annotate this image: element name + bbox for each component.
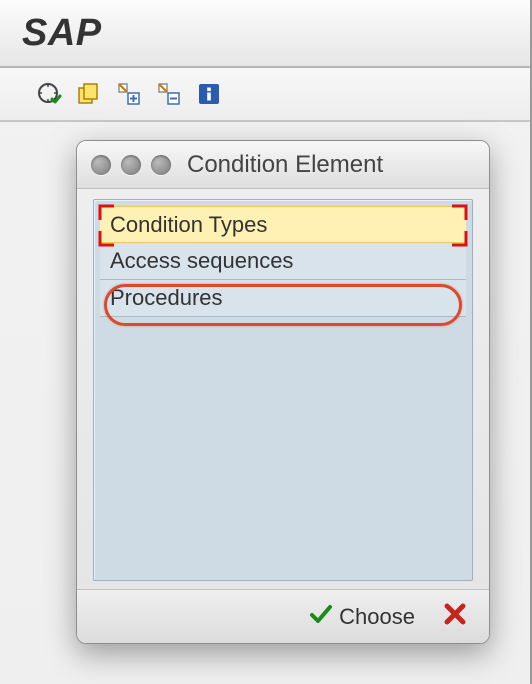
main-window: SAP	[0, 0, 532, 684]
cancel-button[interactable]	[439, 600, 471, 634]
dialog-body: Condition Types Access sequences	[93, 199, 473, 581]
window-zoom-icon[interactable]	[151, 155, 171, 175]
titlebar: SAP	[0, 0, 530, 68]
option-label: Procedures	[110, 285, 223, 310]
copy-stack-icon[interactable]	[74, 79, 104, 109]
app-title: SAP	[22, 12, 102, 55]
window-minimize-icon[interactable]	[121, 155, 141, 175]
option-list: Condition Types Access sequences	[100, 206, 466, 317]
clock-check-icon[interactable]	[34, 79, 64, 109]
option-label: Access sequences	[110, 248, 293, 273]
choose-button-label: Choose	[339, 604, 415, 630]
window-close-icon[interactable]	[91, 155, 111, 175]
option-condition-types[interactable]: Condition Types	[100, 206, 466, 243]
check-icon	[309, 602, 333, 632]
dialog-title: Condition Element	[187, 151, 383, 179]
option-procedures[interactable]: Procedures	[100, 280, 466, 317]
toolbar	[0, 68, 530, 122]
option-access-sequences[interactable]: Access sequences	[100, 243, 466, 280]
node-add-icon[interactable]	[114, 79, 144, 109]
condition-element-dialog: Condition Element Condition Types	[76, 140, 490, 644]
dialog-titlebar[interactable]: Condition Element	[77, 141, 489, 189]
choose-button[interactable]: Choose	[299, 600, 425, 634]
option-label: Condition Types	[110, 212, 267, 237]
dialog-footer: Choose	[77, 589, 489, 643]
info-icon[interactable]	[194, 79, 224, 109]
close-icon	[443, 602, 467, 632]
node-remove-icon[interactable]	[154, 79, 184, 109]
